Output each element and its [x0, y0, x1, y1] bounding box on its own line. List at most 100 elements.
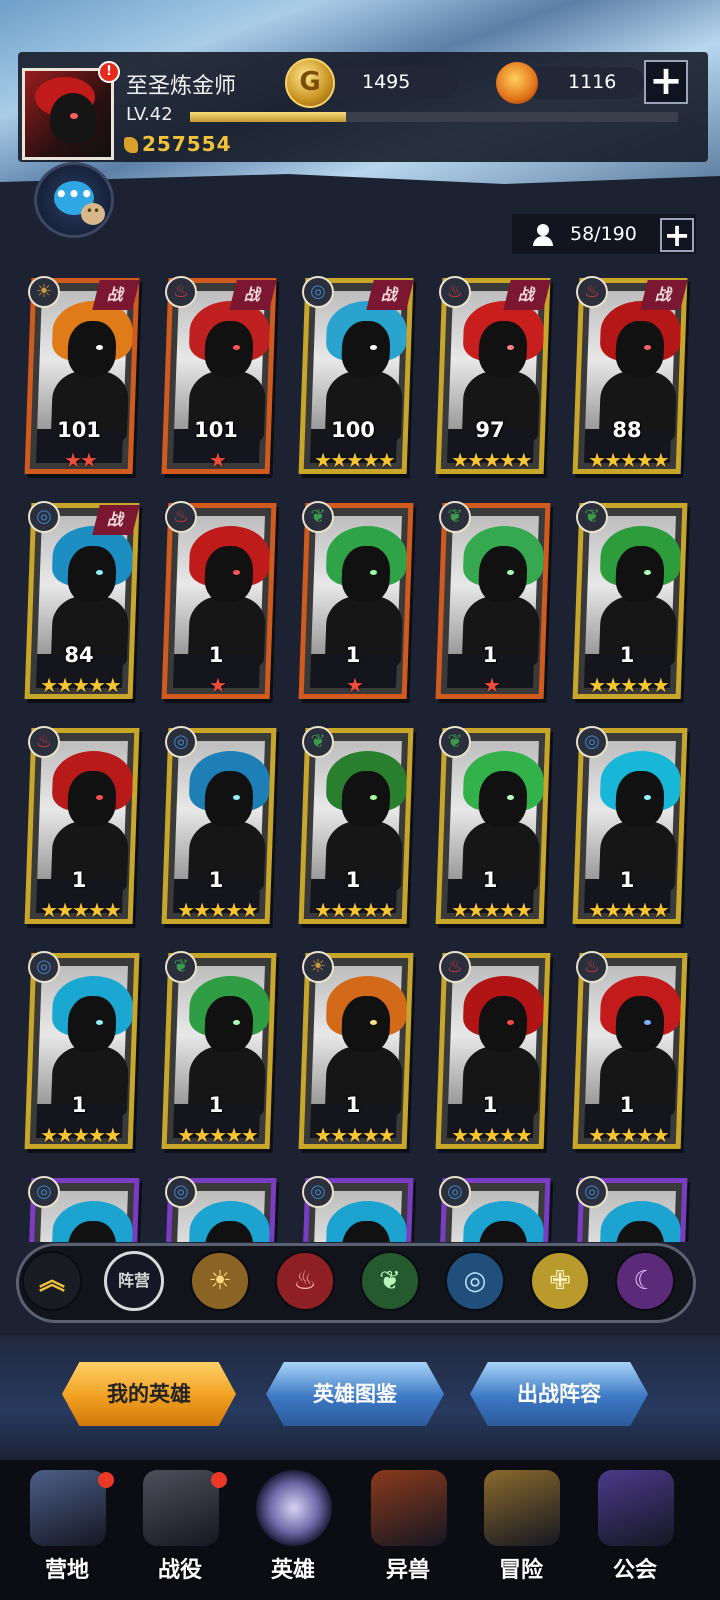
- hero-stars: ★★★★★: [40, 673, 122, 697]
- nav-label: 英雄: [270, 1558, 315, 1583]
- hero-card[interactable]: ❦ 1 ★★★★★: [298, 722, 414, 924]
- nav-tab-beasts[interactable]: 异兽: [353, 1462, 463, 1598]
- camp-all-icon[interactable]: 阵营: [104, 1251, 164, 1311]
- hero-level: 1: [71, 868, 87, 892]
- water-faction-icon: ◎: [165, 726, 197, 758]
- notification-dot: [98, 1472, 114, 1488]
- avatar-alert-badge: !: [98, 61, 120, 83]
- chat-button[interactable]: ••• ••: [34, 162, 114, 238]
- hero-head: [66, 546, 117, 602]
- hero-portrait: [311, 516, 408, 666]
- nav-tab-campaign[interactable]: 战役: [125, 1462, 235, 1598]
- hero-card[interactable]: ◎ 战 100 ★★★★★: [298, 272, 414, 474]
- hero-card[interactable]: ◎ 战 84 ★★★★★: [24, 497, 140, 699]
- hero-card[interactable]: ❦ 1 ★★★★★: [572, 497, 688, 699]
- hero-card[interactable]: ❦ 1 ★★★★★: [435, 722, 551, 924]
- in-battle-tag: 战: [229, 280, 277, 310]
- water-faction-icon: ◎: [302, 1176, 334, 1208]
- hero-head: [66, 321, 117, 377]
- hero-card[interactable]: ♨ 1 ★★★★★: [24, 722, 140, 924]
- nature-faction-icon: ❦: [576, 501, 608, 533]
- water-faction-icon: ◎: [439, 1176, 471, 1208]
- hero-portrait: [448, 291, 545, 441]
- hero-card[interactable]: ♨ 战 97 ★★★★★: [435, 272, 551, 474]
- sun-faction-icon[interactable]: ☀: [190, 1251, 250, 1311]
- hero-codex-button[interactable]: 英雄图鉴: [266, 1362, 444, 1426]
- hero-head: [203, 546, 254, 602]
- water-faction-icon: ◎: [302, 276, 334, 308]
- void-faction-icon[interactable]: ☾: [615, 1251, 675, 1311]
- knight-helmet-icon: [256, 1470, 332, 1546]
- hero-card[interactable]: ❦ 1 ★: [435, 497, 551, 699]
- hero-card[interactable]: ♨ 战 101 ★: [161, 272, 277, 474]
- fire-gem-icon: [496, 62, 538, 104]
- gem-amount: 1116: [568, 71, 617, 93]
- nav-tab-guild[interactable]: 公会: [580, 1462, 690, 1598]
- hero-head: [477, 321, 528, 377]
- hero-card[interactable]: ◎: [572, 1172, 688, 1242]
- hero-card[interactable]: ♨ 1 ★: [161, 497, 277, 699]
- hero-level: 97: [475, 418, 505, 442]
- nav-label: 公会: [612, 1558, 657, 1583]
- hero-card[interactable]: ◎: [161, 1172, 277, 1242]
- fire-faction-icon: ♨: [165, 276, 197, 308]
- nav-tab-adventure[interactable]: 冒险: [466, 1462, 576, 1598]
- hero-level: 1: [619, 1093, 635, 1117]
- hero-portrait: [585, 966, 682, 1116]
- hero-portrait: [174, 516, 271, 666]
- my-heroes-button[interactable]: 我的英雄: [62, 1362, 236, 1426]
- hero-stars: ★★★★★: [451, 898, 533, 922]
- hero-level: 1: [208, 643, 224, 667]
- hero-level: 1: [482, 643, 498, 667]
- hero-head: [340, 321, 391, 377]
- hero-stars: ★★★★★: [40, 1123, 122, 1147]
- hero-card[interactable]: ♨ 战 88 ★★★★★: [572, 272, 688, 474]
- hero-level: 1: [619, 643, 635, 667]
- sun-faction-icon: ☀: [302, 951, 334, 983]
- gold-coin-icon: G: [285, 58, 335, 108]
- hero-card[interactable]: ♨ 1 ★★★★★: [435, 947, 551, 1149]
- nav-tab-heroes[interactable]: 英雄: [238, 1462, 348, 1598]
- hero-portrait: [174, 966, 271, 1116]
- collapse-chevron-icon[interactable]: ︽: [22, 1251, 82, 1311]
- expand-roster-button[interactable]: +: [660, 218, 694, 252]
- fire-faction-icon: ♨: [28, 726, 60, 758]
- nav-label: 冒险: [498, 1558, 543, 1583]
- hero-portrait: [37, 966, 134, 1116]
- holy-faction-icon[interactable]: ✙: [530, 1251, 590, 1311]
- hero-head: [340, 996, 391, 1052]
- hero-card[interactable]: ☀ 战 101 ★★: [24, 272, 140, 474]
- hero-card[interactable]: ◎ 1 ★★★★★: [24, 947, 140, 1149]
- hero-card[interactable]: ◎: [24, 1172, 140, 1242]
- hero-card[interactable]: ◎: [298, 1172, 414, 1242]
- hero-level: 1: [345, 1093, 361, 1117]
- hero-card[interactable]: ♨ 1 ★★★★★: [572, 947, 688, 1149]
- hero-card[interactable]: ◎ 1 ★★★★★: [161, 722, 277, 924]
- hero-portrait: [37, 741, 134, 891]
- hero-stars: ★: [209, 448, 227, 472]
- hero-portrait: [448, 966, 545, 1116]
- hero-card[interactable]: ❦ 1 ★: [298, 497, 414, 699]
- nav-label: 战役: [157, 1558, 202, 1583]
- water-faction-icon[interactable]: ◎: [445, 1251, 505, 1311]
- player-avatar[interactable]: [22, 68, 114, 160]
- battle-lineup-button[interactable]: 出战阵容: [470, 1362, 648, 1426]
- water-faction-icon: ◎: [28, 951, 60, 983]
- nature-faction-icon: ❦: [302, 501, 334, 533]
- hero-level: 1: [345, 643, 361, 667]
- avatar-eye: [70, 113, 78, 119]
- hero-card[interactable]: ❦ 1 ★★★★★: [161, 947, 277, 1149]
- hero-portrait: [448, 741, 545, 891]
- nature-faction-icon[interactable]: ❦: [360, 1251, 420, 1311]
- hero-card[interactable]: ◎ 1 ★★★★★: [572, 722, 688, 924]
- nav-tab-camp[interactable]: 营地: [12, 1462, 122, 1598]
- fire-faction-icon[interactable]: ♨: [275, 1251, 335, 1311]
- hero-head: [203, 321, 254, 377]
- hero-portrait: [311, 966, 408, 1116]
- hero-card[interactable]: ◎: [435, 1172, 551, 1242]
- hero-card[interactable]: ☀ 1 ★★★★★: [298, 947, 414, 1149]
- hero-portrait: [37, 516, 134, 666]
- hero-head: [203, 771, 254, 827]
- hero-head: [66, 771, 117, 827]
- add-gem-button[interactable]: +: [644, 60, 688, 104]
